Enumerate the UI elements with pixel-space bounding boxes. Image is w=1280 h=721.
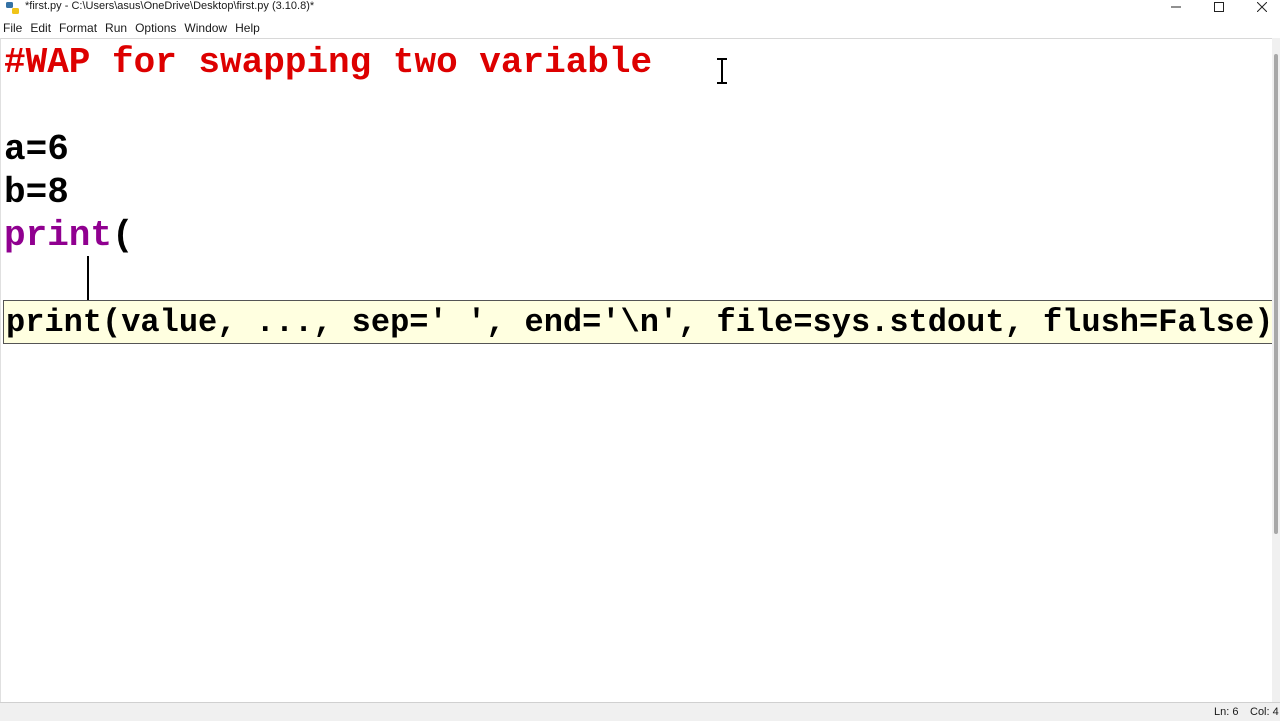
menu-file[interactable]: File xyxy=(0,18,26,38)
print-keyword: print xyxy=(4,215,113,256)
menu-run[interactable]: Run xyxy=(101,18,131,38)
menu-format[interactable]: Format xyxy=(55,18,101,38)
ibeam-cursor-icon xyxy=(717,58,727,84)
code-line-print: print( xyxy=(4,216,134,256)
maximize-icon xyxy=(1214,2,1224,12)
code-line-b: b=8 xyxy=(4,172,69,213)
menu-options[interactable]: Options xyxy=(131,18,180,38)
scrollbar-thumb[interactable] xyxy=(1274,54,1278,534)
menu-window[interactable]: Window xyxy=(180,18,231,38)
code-line-a: a=6 xyxy=(4,129,69,170)
code-editor[interactable]: #WAP for swapping two variable a=6 b=8 p… xyxy=(0,38,1273,703)
text-cursor xyxy=(87,256,89,300)
python-idle-icon xyxy=(6,2,19,14)
title-bar: *first.py - C:\Users\asus\OneDrive\Deskt… xyxy=(0,0,1280,18)
window-title: *first.py - C:\Users\asus\OneDrive\Deskt… xyxy=(25,0,315,12)
open-paren: ( xyxy=(112,215,134,256)
menu-help[interactable]: Help xyxy=(231,18,264,38)
close-icon xyxy=(1257,2,1267,12)
column-number: Col: 4 xyxy=(1250,706,1279,718)
minimize-icon xyxy=(1171,6,1181,8)
code-line-comment: #WAP for swapping two variable xyxy=(4,42,653,83)
status-bar: Ln: 6 Col: 4 xyxy=(0,702,1280,721)
menu-edit[interactable]: Edit xyxy=(26,18,55,38)
vertical-scrollbar[interactable] xyxy=(1272,38,1280,702)
line-number: Ln: 6 xyxy=(1214,706,1239,718)
maximize-button[interactable] xyxy=(1197,0,1241,14)
minimize-button[interactable] xyxy=(1154,0,1198,14)
calltip: print(value, ..., sep=' ', end='\n', fil… xyxy=(3,300,1280,344)
close-button[interactable] xyxy=(1240,0,1280,14)
menu-bar: File Edit Format Run Options Window Help xyxy=(0,18,1280,38)
